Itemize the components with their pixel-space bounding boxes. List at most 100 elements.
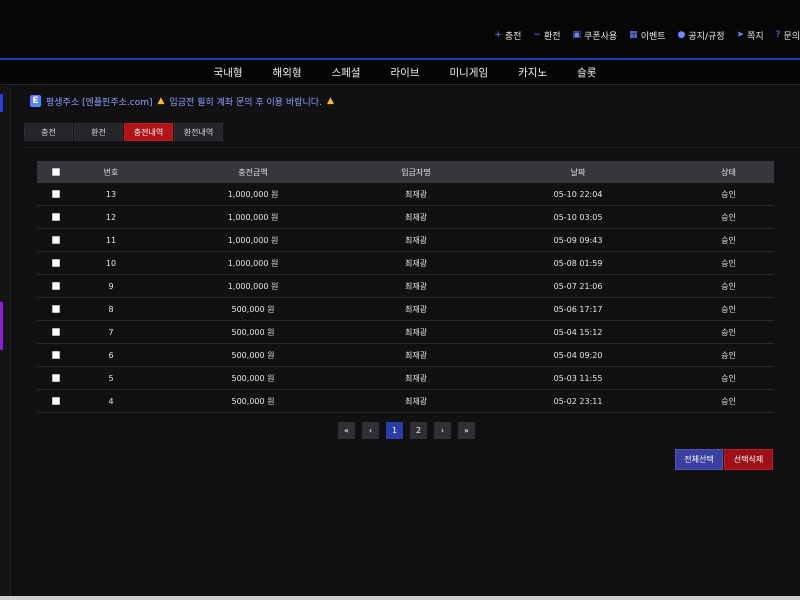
row-date: 05-07 21:06 — [553, 281, 603, 291]
table-body: 13 1,000,000 원 최재광 05-10 22:04 승인 12 1,000,000… — [37, 183, 774, 413]
util-nav-item[interactable]: ▦ 이벤트 — [629, 29, 665, 42]
row-date: 05-08 01:59 — [553, 258, 603, 268]
delete-selected-button[interactable]: 선택삭제 — [724, 449, 773, 470]
header-status: 상태 — [721, 167, 736, 177]
row-checkbox[interactable] — [52, 190, 60, 198]
main-nav-item[interactable]: 해외형 — [273, 65, 302, 80]
select-all-checkbox[interactable] — [52, 168, 60, 176]
tab-bar: 충전 환전 충전내역 환전내역 — [24, 123, 223, 141]
row-checkbox[interactable] — [52, 351, 60, 359]
util-nav-item[interactable]: ● 공지/규정 — [678, 29, 725, 42]
row-amount: 1,000,000 원 — [227, 235, 279, 245]
util-nav-item[interactable]: ➤ 쪽지 — [737, 29, 764, 42]
site-logo-icon: E — [30, 95, 41, 107]
row-checkbox[interactable] — [52, 374, 60, 382]
util-nav-item[interactable]: ? 문의 — [776, 29, 800, 42]
row-no: 6 — [108, 350, 114, 360]
main-nav-item[interactable]: 라이브 — [391, 65, 420, 80]
row-amount: 500,000 원 — [231, 373, 275, 383]
row-amount: 500,000 원 — [231, 304, 275, 314]
util-nav-label: 공지/규정 — [688, 31, 725, 42]
row-no: 13 — [105, 189, 117, 199]
tab-3[interactable]: 환전내역 — [174, 123, 223, 141]
util-nav-label: 문의 — [783, 31, 800, 42]
row-date: 05-06 17:17 — [553, 304, 603, 314]
row-status: 승인 — [721, 235, 736, 245]
util-nav-item[interactable]: − 환전 — [533, 29, 560, 42]
row-checkbox-cell — [37, 213, 75, 221]
row-checkbox[interactable] — [52, 213, 60, 221]
row-checkbox[interactable] — [52, 236, 60, 244]
row-no: 11 — [105, 235, 117, 245]
row-checkbox[interactable] — [52, 282, 60, 290]
row-date: 05-04 09:20 — [553, 350, 603, 360]
row-checkbox[interactable] — [52, 328, 60, 336]
row-checkbox[interactable] — [52, 259, 60, 267]
utility-nav: + 충전 − 환전 ▣ 쿠폰사용 ▦ 이벤트 ● 공지/규정 ➤ 쪽지? 문의 — [494, 28, 800, 42]
top-bar: + 충전 − 환전 ▣ 쿠폰사용 ▦ 이벤트 ● 공지/규정 ➤ 쪽지? 문의 — [0, 0, 800, 58]
question-icon: ? — [775, 29, 781, 40]
calendar-icon: ▦ — [629, 29, 638, 40]
row-checkbox-cell — [37, 236, 75, 244]
select-all-button[interactable]: 전체선택 — [675, 449, 723, 470]
tab-2[interactable]: 충전내역 — [124, 123, 173, 141]
tab-0[interactable]: 충전 — [24, 123, 73, 141]
util-nav-label: 환전 — [543, 31, 561, 42]
row-status: 승인 — [721, 281, 736, 291]
prev-page-button[interactable]: ‹ — [362, 422, 379, 439]
row-depositor: 최재광 — [404, 373, 428, 383]
table-row: 6 500,000 원 최재광 05-04 09:20 승인 — [37, 344, 774, 367]
row-amount: 500,000 원 — [231, 350, 275, 360]
row-amount: 500,000 원 — [231, 396, 275, 406]
util-nav-label: 쿠폰사용 — [584, 31, 618, 42]
table-row: 4 500,000 원 최재광 05-02 23:11 승인 — [37, 390, 774, 413]
gift-icon: ▣ — [572, 29, 582, 40]
row-checkbox-cell — [37, 305, 75, 313]
last-page-button[interactable]: » — [458, 422, 475, 439]
row-amount: 1,000,000 원 — [227, 258, 279, 268]
table-row: 12 1,000,000 원 최재광 05-10 03:05 승인 — [37, 206, 774, 229]
minus-icon: − — [533, 29, 541, 40]
row-status: 승인 — [721, 350, 736, 360]
row-checkbox[interactable] — [52, 305, 60, 313]
row-status: 승인 — [721, 396, 736, 406]
row-no: 4 — [108, 396, 114, 406]
row-amount: 1,000,000 원 — [227, 281, 279, 291]
tab-1[interactable]: 환전 — [74, 123, 123, 141]
row-amount: 1,000,000 원 — [227, 212, 279, 222]
main-nav-item[interactable]: 카지노 — [518, 65, 547, 80]
row-date: 05-03 11:55 — [553, 373, 603, 383]
row-status: 승인 — [721, 212, 736, 222]
row-status: 승인 — [721, 327, 736, 337]
warning-icon: ▲ — [326, 96, 334, 106]
row-checkbox-cell — [37, 351, 75, 359]
main-nav-item[interactable]: 미니게임 — [449, 65, 488, 80]
row-no: 10 — [105, 258, 117, 268]
page-button-2[interactable]: 2 — [410, 422, 427, 439]
next-page-button[interactable]: › — [434, 422, 451, 439]
row-no: 12 — [105, 212, 117, 222]
row-date: 05-02 23:11 — [553, 396, 603, 406]
row-checkbox-cell — [37, 374, 75, 382]
row-checkbox-cell — [37, 282, 75, 290]
row-depositor: 최재광 — [404, 258, 428, 268]
header-checkbox-cell — [37, 168, 75, 176]
row-checkbox[interactable] — [52, 397, 60, 405]
plus-icon: + — [494, 29, 502, 40]
row-no: 5 — [108, 373, 114, 383]
main-nav: 국내형 해외형 스페셜 라이브 미니게임 카지노 슬롯 — [0, 58, 800, 85]
first-page-button[interactable]: « — [338, 422, 355, 439]
util-nav-item[interactable]: ▣ 쿠폰사용 — [573, 29, 618, 42]
header-date: 날짜 — [570, 167, 586, 177]
deposit-history-table: 번호 충전금액 입금자명 날짜 상태 13 1,000,000 원 최재광 05-10… — [37, 161, 774, 413]
main-nav-item[interactable]: 국내형 — [214, 65, 243, 80]
row-depositor: 최재광 — [404, 212, 428, 222]
util-nav-item[interactable]: + 충전 — [494, 29, 521, 42]
row-depositor: 최재광 — [404, 281, 428, 291]
row-no: 9 — [108, 281, 114, 291]
main-nav-item[interactable]: 슬롯 — [577, 65, 596, 80]
page-button-1[interactable]: 1 — [386, 422, 403, 439]
row-checkbox-cell — [37, 259, 75, 267]
row-depositor: 최재광 — [404, 327, 428, 337]
main-nav-item[interactable]: 스페셜 — [332, 65, 361, 80]
